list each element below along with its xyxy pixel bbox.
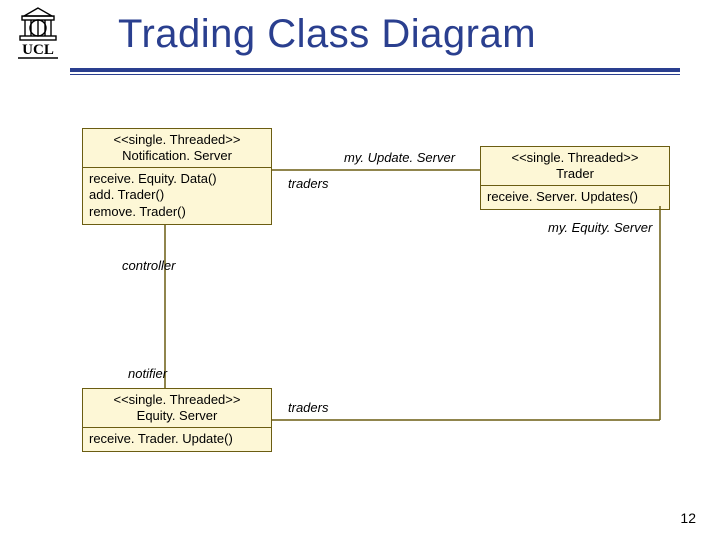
class-notification-server: <<single. Threaded>> Notification. Serve… — [82, 128, 272, 225]
label-notifier: notifier — [128, 366, 167, 381]
class-body: receive. Server. Updates() — [481, 186, 669, 209]
class-head: <<single. Threaded>> Equity. Server — [83, 389, 271, 428]
class-head: <<single. Threaded>> Trader — [481, 147, 669, 186]
class-head: <<single. Threaded>> Notification. Serve… — [83, 129, 271, 168]
class-op: add. Trader() — [89, 187, 265, 203]
label-my-equity-server: my. Equity. Server — [548, 220, 652, 235]
class-op: receive. Trader. Update() — [89, 431, 265, 447]
class-name: Notification. Server — [89, 148, 265, 164]
stereotype: <<single. Threaded>> — [89, 392, 265, 408]
stereotype: <<single. Threaded>> — [487, 150, 663, 166]
class-trader: <<single. Threaded>> Trader receive. Ser… — [480, 146, 670, 210]
class-op: receive. Server. Updates() — [487, 189, 663, 205]
class-name: Equity. Server — [89, 408, 265, 424]
class-equity-server: <<single. Threaded>> Equity. Server rece… — [82, 388, 272, 452]
label-traders-top: traders — [288, 176, 328, 191]
diagram-canvas: <<single. Threaded>> Notification. Serve… — [0, 0, 720, 540]
stereotype: <<single. Threaded>> — [89, 132, 265, 148]
class-op: receive. Equity. Data() — [89, 171, 265, 187]
class-name: Trader — [487, 166, 663, 182]
class-body: receive. Equity. Data() add. Trader() re… — [83, 168, 271, 224]
connector-lines — [0, 0, 720, 540]
class-body: receive. Trader. Update() — [83, 428, 271, 451]
label-controller: controller — [122, 258, 175, 273]
label-my-update-server: my. Update. Server — [344, 150, 455, 165]
label-traders-bottom: traders — [288, 400, 328, 415]
class-op: remove. Trader() — [89, 204, 265, 220]
page-number: 12 — [680, 510, 696, 526]
